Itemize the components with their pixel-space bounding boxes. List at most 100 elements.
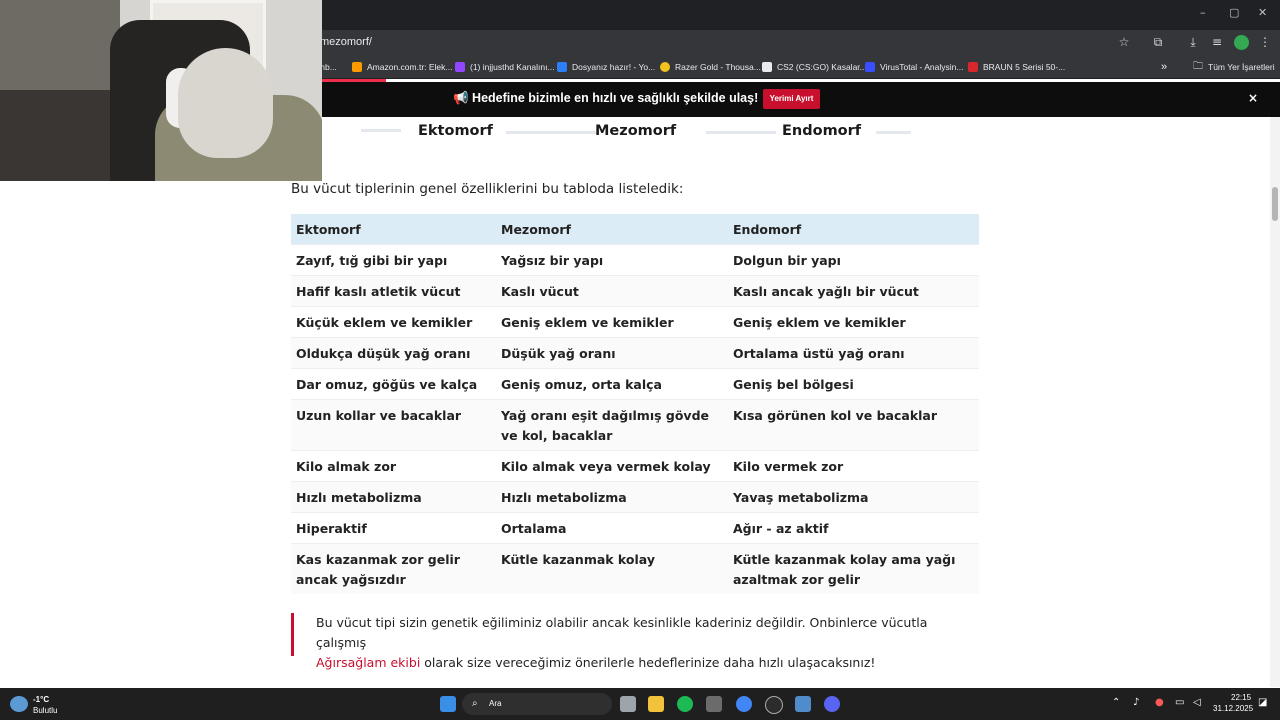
table-cell: Ortalama <box>496 512 728 544</box>
amazon-icon <box>352 62 362 72</box>
taskbar: -1°C Bulutlu ⌕ Ara ⌃ ♪ ● ▭ ◁ 22:15 31.12… <box>0 688 1280 720</box>
bookmark-label: Dosyanız hazır! - Yo... <box>572 62 656 72</box>
bookmark-item[interactable]: Razer Gold - Thousa... <box>660 56 761 78</box>
book-spot-button[interactable]: Yerimi Ayırt <box>763 89 820 109</box>
quote-text: Bu vücut tipi sizin genetik eğiliminiz o… <box>316 613 974 673</box>
discord-icon[interactable] <box>824 696 840 712</box>
table-header-row: Ektomorf Mezomorf Endomorf <box>291 214 979 245</box>
obs-icon[interactable] <box>765 696 783 714</box>
address-bar[interactable]: mezomorf/ <box>320 36 372 48</box>
bookmark-label: Razer Gold - Thousa... <box>675 62 761 72</box>
cs2-icon <box>762 62 772 72</box>
table-row: Kas kazanmak zor gelir ancak yağsızdır K… <box>291 543 979 594</box>
page-scrollbar[interactable] <box>1270 117 1280 687</box>
webcam-overlay <box>0 0 322 181</box>
scroll-thumb[interactable] <box>1272 187 1278 221</box>
table-cell: Hızlı metabolizma <box>291 481 496 513</box>
table-row: Uzun kollar ve bacaklar Yağ oranı eşit d… <box>291 399 979 451</box>
table-cell: Kaslı vücut <box>496 275 728 307</box>
table-cell: Yavaş metabolizma <box>728 481 979 513</box>
bookmark-item[interactable]: BRAUN 5 Serisi 50-... <box>968 56 1065 78</box>
bookmark-label: VirusTotal - Analysin... <box>880 62 964 72</box>
razer-gold-icon <box>660 62 670 72</box>
close-icon[interactable]: × <box>1248 91 1258 105</box>
media-control-icon[interactable]: ≡ <box>1210 35 1224 49</box>
table-cell: Oldukça düşük yağ oranı <box>291 337 496 369</box>
volume-icon[interactable]: ◁ <box>1193 697 1201 708</box>
twitch-icon <box>455 62 465 72</box>
more-bookmarks-button[interactable]: » <box>1161 56 1167 78</box>
minimize-button[interactable]: – <box>1200 6 1206 19</box>
table-row: Küçük eklem ve kemikler Geniş eklem ve k… <box>291 306 979 338</box>
table-cell: Geniş eklem ve kemikler <box>728 306 979 338</box>
bookmark-item[interactable]: (1) injjusthd Kanalını... <box>455 56 555 78</box>
table-cell: Hızlı metabolizma <box>496 481 728 513</box>
table-cell: Yağsız bir yapı <box>496 244 728 276</box>
body-types-image: Ektomorf Mezomorf Endomorf <box>356 117 916 160</box>
all-bookmarks-folder[interactable]: 🗀 Tüm Yer İşaretleri <box>1193 56 1275 78</box>
all-bookmarks-label: Tüm Yer İşaretleri <box>1208 62 1275 72</box>
task-view-icon[interactable] <box>620 696 636 712</box>
table-cell: Kilo almak veya vermek kolay <box>496 450 728 482</box>
clock-date[interactable]: 31.12.2025 <box>1213 704 1253 713</box>
column-header: Mezomorf <box>496 214 728 245</box>
close-window-button[interactable]: ✕ <box>1258 6 1267 19</box>
table-cell: Dolgun bir yapı <box>728 244 979 276</box>
image-label-ektomorf: Ektomorf <box>418 123 493 139</box>
table-cell: Kilo vermek zor <box>728 450 979 482</box>
image-stripe <box>361 129 401 132</box>
extensions-icon[interactable]: ⧉ <box>1151 35 1165 49</box>
profile-avatar[interactable] <box>1234 35 1249 50</box>
table-cell: Zayıf, tığ gibi bir yapı <box>291 244 496 276</box>
virustotal-icon <box>865 62 875 72</box>
skull-mask <box>178 48 273 158</box>
bookmark-item[interactable]: CS2 (CS:GO) Kasalar... <box>762 56 867 78</box>
bookmark-item[interactable]: Dosyanız hazır! - Yo... <box>557 56 655 78</box>
table-row: Oldukça düşük yağ oranı Düşük yağ oranı … <box>291 337 979 369</box>
bookmark-item[interactable]: VirusTotal - Analysin... <box>865 56 963 78</box>
bookmark-label: CS2 (CS:GO) Kasalar... <box>777 62 867 72</box>
table-cell: Dar omuz, göğüs ve kalça <box>291 368 496 400</box>
table-cell: Geniş eklem ve kemikler <box>496 306 728 338</box>
column-header: Endomorf <box>728 214 979 245</box>
chrome-icon[interactable] <box>736 696 752 712</box>
image-stripe <box>876 131 911 134</box>
file-explorer-icon[interactable] <box>648 696 664 712</box>
network-icon[interactable]: ▭ <box>1175 697 1184 708</box>
table-cell: Kilo almak zor <box>291 450 496 482</box>
image-label-endomorf: Endomorf <box>782 123 862 139</box>
table-cell: Kütle kazanmak kolay ama yağı azaltmak z… <box>728 543 979 594</box>
weather-desc: Bulutlu <box>33 706 58 715</box>
bookmark-star-icon[interactable]: ☆ <box>1117 35 1131 49</box>
table-cell: Yağ oranı eşit dağılmış gövde ve kol, ba… <box>496 399 728 451</box>
team-link[interactable]: Ağırsağlam ekibi <box>316 655 420 670</box>
bookmark-label: (1) injjusthd Kanalını... <box>470 62 555 72</box>
download-icon[interactable]: ⤓ <box>1186 35 1200 49</box>
start-icon[interactable] <box>440 696 456 712</box>
table-row: Hiperaktif Ortalama Ağır - az aktif <box>291 512 979 544</box>
table-cell: Küçük eklem ve kemikler <box>291 306 496 338</box>
image-stripe <box>506 131 596 134</box>
kebab-menu-icon[interactable]: ⋮ <box>1258 35 1272 49</box>
table-cell: Kütle kazanmak kolay <box>496 543 728 594</box>
notification-bell-icon[interactable]: ◪ <box>1258 697 1267 708</box>
chevron-up-icon[interactable]: ⌃ <box>1112 697 1120 708</box>
steam-icon[interactable] <box>795 696 811 712</box>
bookmark-item[interactable]: Amazon.com.tr: Elek... <box>352 56 453 78</box>
taskbar-search[interactable]: ⌕ Ara <box>462 693 612 715</box>
table-row: Kilo almak zor Kilo almak veya vermek ko… <box>291 450 979 482</box>
app-icon[interactable] <box>706 696 722 712</box>
table-cell: Kaslı ancak yağlı bir vücut <box>728 275 979 307</box>
weather-icon[interactable] <box>10 696 28 712</box>
table-row: Hafif kaslı atletik vücut Kaslı vücut Ka… <box>291 275 979 307</box>
clock-time[interactable]: 22:15 <box>1231 693 1251 702</box>
table-intro: Bu vücut tiplerinin genel özelliklerini … <box>291 181 684 197</box>
table-cell: Geniş omuz, orta kalça <box>496 368 728 400</box>
table-cell: Hiperaktif <box>291 512 496 544</box>
weather-temp: -1°C <box>33 695 50 704</box>
microphone-icon[interactable]: ● <box>1155 697 1164 708</box>
speaker-icon[interactable]: ♪ <box>1133 697 1139 708</box>
maximize-button[interactable]: ▢ <box>1229 6 1239 19</box>
quote-part1: Bu vücut tipi sizin genetik eğiliminiz o… <box>316 615 928 650</box>
spotify-icon[interactable] <box>677 696 693 712</box>
